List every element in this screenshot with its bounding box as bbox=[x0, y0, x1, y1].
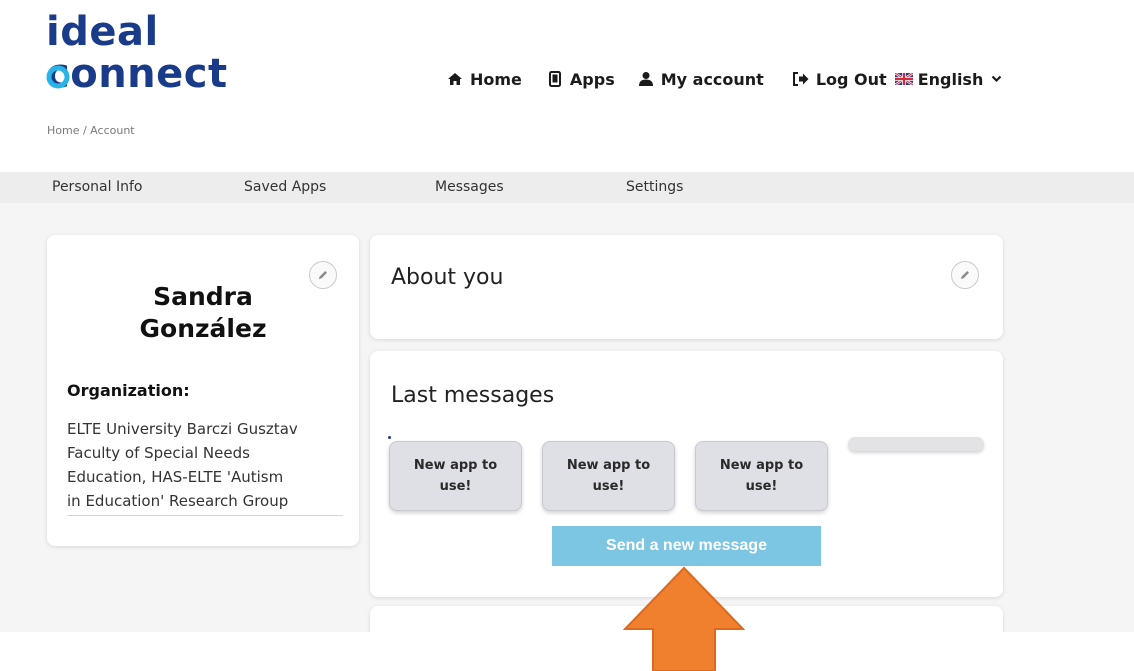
ideal-connect-logo[interactable]: ideal connect bbox=[46, 12, 246, 98]
message-tile[interactable]: New app to use! bbox=[695, 441, 828, 511]
message-tile-text: use! bbox=[439, 479, 472, 494]
organization-line: in Education' Research Group bbox=[67, 492, 289, 510]
message-tile-text: New app to bbox=[413, 458, 498, 473]
message-tile-partial[interactable] bbox=[848, 437, 984, 451]
logo-text-ideal: ideal bbox=[46, 9, 159, 55]
organization-line: Faculty of Special Needs bbox=[67, 444, 250, 462]
nav-apps-link[interactable]: Apps bbox=[546, 70, 615, 89]
organization-label: Organization: bbox=[67, 381, 190, 400]
home-icon bbox=[446, 70, 464, 88]
tablet-icon bbox=[546, 70, 564, 88]
account-tabs: Personal Info Saved Apps Messages Settin… bbox=[0, 172, 1134, 203]
logo-text-connect: connect bbox=[46, 51, 228, 97]
tab-saved-apps[interactable]: Saved Apps bbox=[244, 179, 326, 195]
about-title: About you bbox=[391, 265, 504, 290]
message-tile-text: use! bbox=[592, 479, 625, 494]
tab-settings[interactable]: Settings bbox=[626, 179, 683, 195]
nav-my-account-link[interactable]: My account bbox=[637, 70, 764, 89]
profile-last-name: González bbox=[139, 314, 267, 343]
organization-text: ELTE University Barczi Gusztav Faculty o… bbox=[67, 417, 347, 513]
organization-line: Education, HAS-ELTE 'Autism bbox=[67, 468, 284, 486]
organization-line: ELTE University Barczi Gusztav bbox=[67, 420, 298, 438]
message-tile[interactable]: New app to use! bbox=[389, 441, 522, 511]
last-messages-title: Last messages bbox=[391, 383, 555, 408]
about-card: About you bbox=[370, 235, 1003, 339]
nav-my-account-label: My account bbox=[660, 69, 764, 89]
language-label: English bbox=[917, 69, 984, 89]
divider bbox=[67, 515, 343, 516]
profile-first-name: Sandra bbox=[153, 282, 253, 311]
message-tile[interactable]: New app to use! bbox=[542, 441, 675, 511]
nav-home-link[interactable]: Home bbox=[446, 70, 522, 89]
pencil-icon bbox=[961, 271, 969, 279]
send-new-message-button[interactable]: Send a new message bbox=[552, 526, 821, 566]
tab-messages[interactable]: Messages bbox=[435, 179, 504, 195]
logout-icon bbox=[792, 70, 810, 88]
edit-about-button[interactable] bbox=[951, 261, 979, 289]
page-viewport: ideal connect Home Apps My account Log O… bbox=[0, 0, 1134, 632]
chevron-down-icon bbox=[991, 75, 1002, 83]
message-tile-text: New app to bbox=[566, 458, 651, 473]
logo-accent-icon bbox=[46, 65, 70, 89]
message-tile-text: New app to bbox=[719, 458, 804, 473]
carousel-dot bbox=[388, 436, 391, 439]
message-tile-text: use! bbox=[745, 479, 778, 494]
annotation-arrow-up-icon bbox=[623, 566, 745, 671]
profile-card: Sandra González Organization: ELTE Unive… bbox=[47, 235, 359, 546]
site-header: ideal connect Home Apps My account Log O… bbox=[0, 0, 1134, 172]
main-nav: Home Apps My account Log Out English bbox=[446, 66, 1002, 92]
profile-name: Sandra González bbox=[47, 281, 359, 345]
language-selector[interactable]: English bbox=[894, 69, 1003, 89]
breadcrumb[interactable]: Home / Account bbox=[47, 124, 135, 137]
tab-personal-info[interactable]: Personal Info bbox=[52, 179, 142, 195]
last-messages-card: Last messages New app to use! New app to… bbox=[370, 351, 1003, 597]
nav-logout-label: Log Out bbox=[815, 69, 887, 89]
user-icon bbox=[637, 70, 655, 88]
nav-apps-label: Apps bbox=[569, 69, 615, 89]
nav-logout-link[interactable]: Log Out bbox=[792, 70, 887, 89]
uk-flag-icon bbox=[894, 73, 913, 85]
nav-home-label: Home bbox=[470, 69, 522, 89]
pencil-icon bbox=[319, 271, 327, 279]
